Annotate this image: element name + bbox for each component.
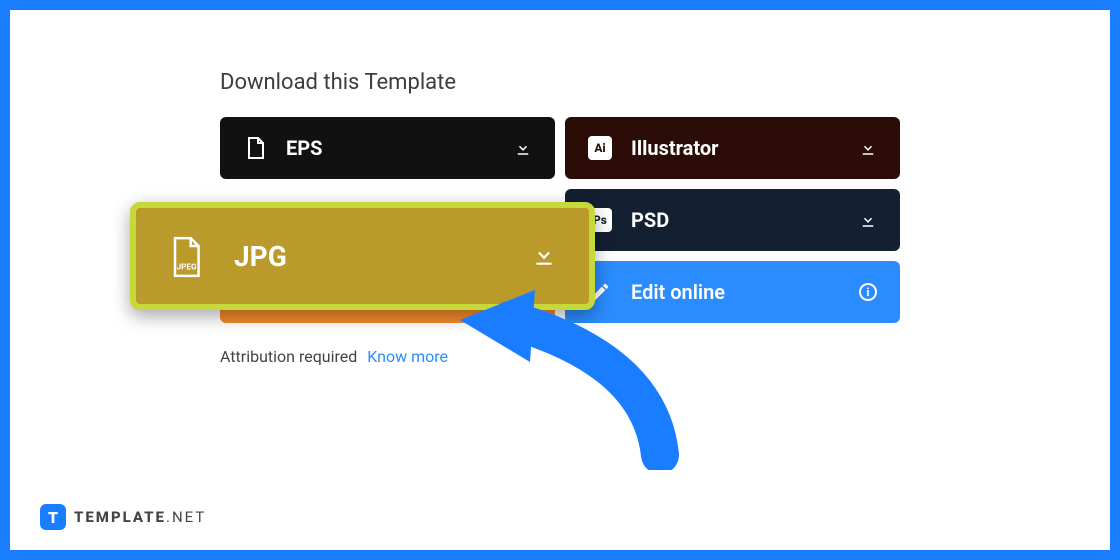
eps-label: EPS: [286, 136, 322, 160]
logo-mark-icon: T: [40, 504, 66, 530]
panel-title: Download this Template: [220, 70, 900, 95]
download-icon: [531, 242, 559, 270]
psd-label: PSD: [631, 208, 669, 232]
download-icon: [858, 138, 878, 158]
know-more-link[interactable]: Know more: [367, 347, 448, 366]
psd-download-button[interactable]: Ps PSD: [565, 189, 900, 251]
eps-file-icon: [242, 135, 268, 161]
eps-download-button[interactable]: EPS: [220, 117, 555, 179]
jpeg-file-icon: JPEG: [166, 235, 208, 277]
attribution-row: Attribution required Know more: [220, 347, 900, 366]
brand-logo: T TEMPLATE.NET: [40, 504, 206, 530]
logo-text: TEMPLATE.NET: [74, 508, 206, 526]
jpg-label: JPG: [234, 240, 287, 273]
jpg-download-button[interactable]: JPEG JPG: [130, 202, 595, 310]
download-icon: [513, 138, 533, 158]
ai-file-icon: Ai: [587, 135, 613, 161]
edit-online-label: Edit online: [631, 280, 725, 304]
attribution-label: Attribution required: [220, 347, 357, 366]
edit-online-button[interactable]: Edit online i: [565, 261, 900, 323]
download-icon: [858, 210, 878, 230]
svg-text:JPEG: JPEG: [177, 262, 197, 272]
tutorial-frame: Download this Template EPS Ai Illustrato…: [0, 0, 1120, 560]
info-icon: i: [858, 282, 878, 302]
illustrator-label: Illustrator: [631, 136, 719, 160]
illustrator-download-button[interactable]: Ai Illustrator: [565, 117, 900, 179]
